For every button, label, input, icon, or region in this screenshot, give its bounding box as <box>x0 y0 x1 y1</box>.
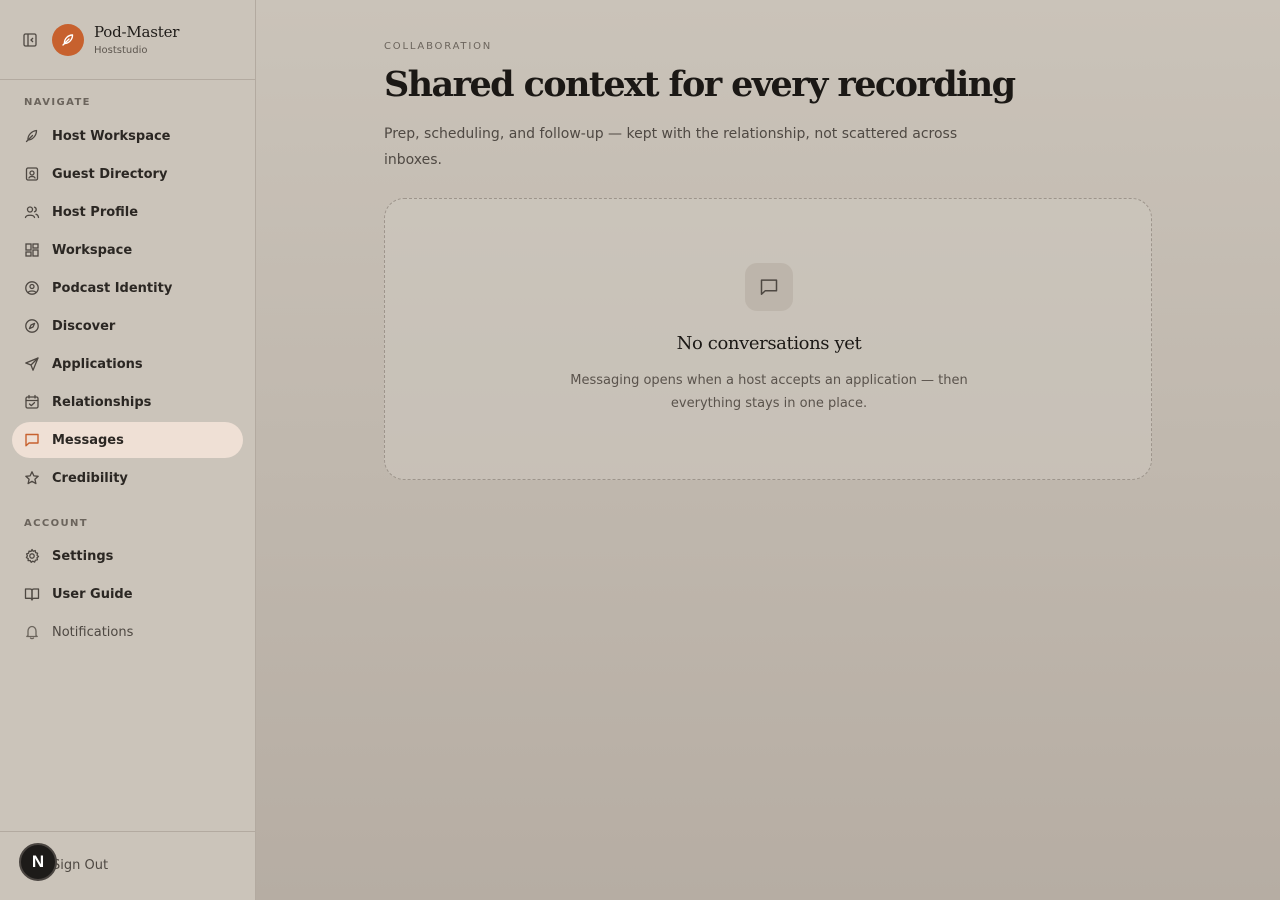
message-square-icon <box>745 263 793 311</box>
book-open-icon <box>24 586 40 602</box>
gear-icon <box>24 548 40 564</box>
nav-label: Notifications <box>52 624 134 640</box>
brand-header: Pod-Master Hoststudio <box>0 0 255 80</box>
nav-label: Messages <box>52 432 124 448</box>
calendar-check-icon <box>24 394 40 410</box>
navigate-section-label: NAVIGATE <box>24 97 91 108</box>
nav-item-host-profile[interactable]: Host Profile <box>12 194 243 230</box>
nav-label: Credibility <box>52 470 128 486</box>
sign-out-button[interactable]: Sign Out <box>52 858 108 873</box>
nav-item-notifications[interactable]: Notifications <box>12 614 243 650</box>
brand-logo <box>52 23 84 56</box>
nav-item-relationships[interactable]: Relationships <box>12 384 243 420</box>
nav-item-messages[interactable]: Messages <box>12 422 243 458</box>
feather-pen-icon <box>24 128 40 144</box>
dev-tools-badge[interactable]: N <box>19 843 57 881</box>
nav-item-podcast-identity[interactable]: Podcast Identity <box>12 270 243 306</box>
users-icon <box>24 204 40 220</box>
page-title: Shared context for every recording <box>384 64 1016 105</box>
nav-item-guest-directory[interactable]: Guest Directory <box>12 156 243 192</box>
nav-item-host-workspace[interactable]: Host Workspace <box>12 118 243 154</box>
nav-label: Relationships <box>52 394 152 410</box>
message-square-icon <box>24 432 40 448</box>
empty-state-title: No conversations yet <box>676 333 862 354</box>
collapse-sidebar-button[interactable] <box>22 32 38 48</box>
user-circle-icon <box>24 280 40 296</box>
sidebar: Pod-Master Hoststudio NAVIGATE Host Work… <box>0 0 256 900</box>
bell-icon <box>24 624 40 640</box>
nav-item-applications[interactable]: Applications <box>12 346 243 382</box>
nav-item-credibility[interactable]: Credibility <box>12 460 243 496</box>
brand-subtitle: Hoststudio <box>94 45 148 56</box>
page-eyebrow: COLLABORATION <box>384 41 493 52</box>
nav-label: Applications <box>52 356 143 372</box>
nav-label: Workspace <box>52 242 133 258</box>
feather-pen-icon <box>62 33 74 46</box>
sidebar-collapse-icon <box>23 32 37 47</box>
nav-item-discover[interactable]: Discover <box>12 308 243 344</box>
send-icon <box>24 356 40 372</box>
brand-name: Pod-Master <box>94 23 180 41</box>
contact-card-icon <box>24 166 40 182</box>
nav-label: Host Profile <box>52 204 139 220</box>
empty-state-card: No conversations yet Messaging opens whe… <box>384 198 1152 480</box>
nav-item-settings[interactable]: Settings <box>12 538 243 574</box>
nav-label: Guest Directory <box>52 166 168 182</box>
nav-label: Podcast Identity <box>52 280 173 296</box>
page-subtitle: Prep, scheduling, and follow-up — kept w… <box>384 126 958 168</box>
empty-state-description: Messaging opens when a host accepts an a… <box>570 373 968 411</box>
nav-label: Host Workspace <box>52 128 171 144</box>
account-section-label: ACCOUNT <box>24 518 89 529</box>
layout-grid-icon <box>24 242 40 258</box>
compass-icon <box>24 318 40 334</box>
star-icon <box>24 470 40 486</box>
nav-item-user-guide[interactable]: User Guide <box>12 576 243 612</box>
nav-label: Settings <box>52 548 114 564</box>
nav-item-workspace[interactable]: Workspace <box>12 232 243 268</box>
nav-label: User Guide <box>52 586 133 602</box>
nav-label: Discover <box>52 318 116 334</box>
